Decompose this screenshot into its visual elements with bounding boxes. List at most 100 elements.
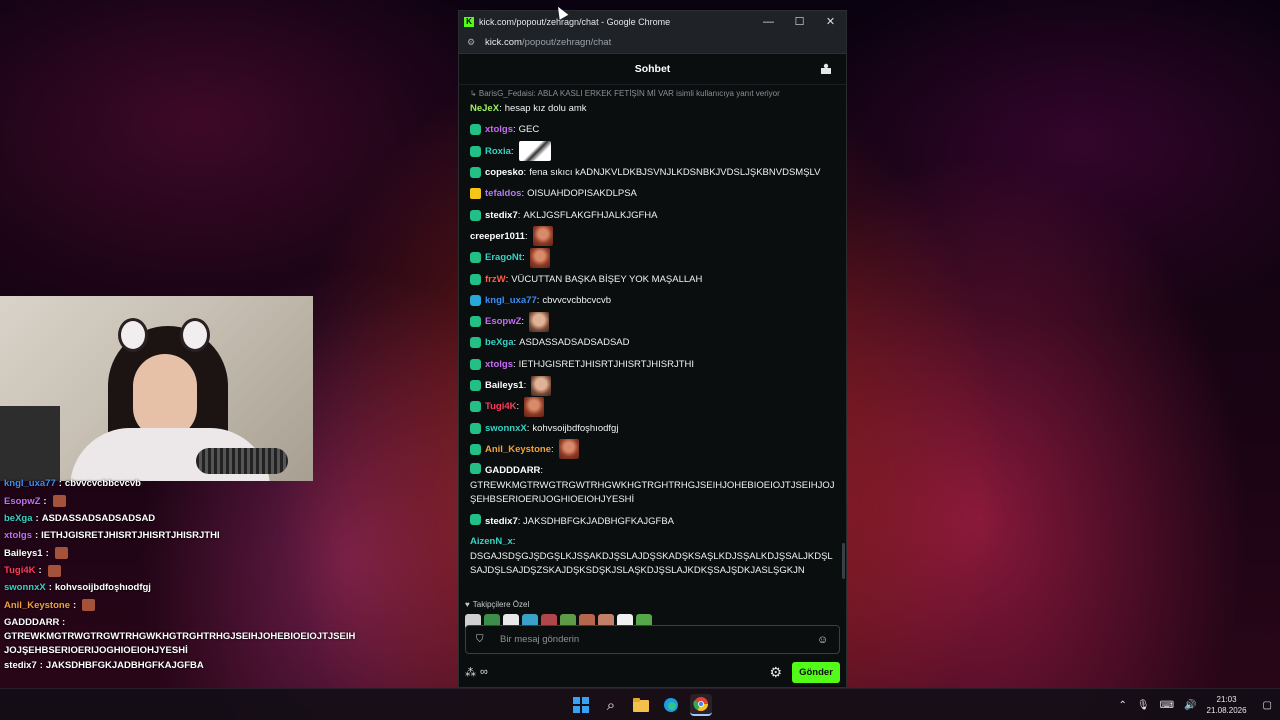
minimize-button[interactable]: — [753,11,784,32]
chat-username[interactable]: xtolgs [485,358,513,371]
chat-message-text: AKLJGSFLAKGFHJALKJGFHA [523,209,658,221]
chat-message[interactable]: copesko: fena sıkıcı kADNJKVLDKBJSVNJLKD… [470,162,835,183]
chat-username[interactable]: GADDDARR [485,465,540,476]
chat-message[interactable]: swonnxX: kohvsoijbdfoşhıodfgj [470,417,835,438]
chat-message[interactable]: frzW: VÜCUTTAN BAŞKA BİŞEY YOK MAŞALLAH [470,268,835,289]
emote-image[interactable] [529,247,550,268]
emote-image[interactable] [524,396,545,417]
chat-message[interactable]: Anil_Keystone: [470,439,835,460]
chat-username[interactable]: tefaldos [485,187,521,200]
subscriber-badge-icon [470,463,481,475]
overlay-message-text: JAKSDHBFGKJADBHGFKAJGFBA [45,660,204,671]
file-explorer-icon[interactable] [630,694,652,716]
chat-message[interactable]: stedix7: AKLJGSFLAKGFHJALKJGFHA [470,204,835,225]
chat-message[interactable]: GADDDARR: GTREWKMGTRWGTRGWTRHGWKHGTRGHTR… [470,460,835,511]
chat-username[interactable]: creeper1011 [470,230,525,243]
chat-message[interactable]: EsopwZ: [470,311,835,332]
site-settings-icon[interactable]: ⚙ [467,37,479,48]
overlay-username: GADDDARR [4,617,60,628]
chat-username[interactable]: copesko [485,166,524,179]
emote-image[interactable] [558,439,579,460]
send-button[interactable]: Gönder [792,661,840,683]
chat-username[interactable]: Roxia [485,145,511,158]
username-separator: : [536,294,540,306]
chat-message[interactable]: kngl_uxa77: cbvvcvcbbcvcvb [470,290,835,311]
chat-message[interactable]: xtolgs: IETHJGISRETJHISRTJHISRTJHISRJTHI [470,354,835,375]
chat-username[interactable]: stedix7 [485,516,518,527]
network-icon[interactable]: ⌨ [1160,700,1174,711]
chat-message[interactable]: tefaldos: OISUAHDOPISAKDLPSA [470,183,835,204]
overlay-chat-line: GADDDARR : GTREWKMGTRWGTRGWTRHGWKHGTRGHTR… [4,617,356,656]
followers-only-text: Takipçilere Özel [472,600,530,609]
chat-username[interactable]: beXga [485,336,514,349]
chat-username[interactable]: AizenN_x [470,536,513,547]
address-bar[interactable]: ⚙ kick.com /popout/zehragn/chat [459,32,846,54]
edge-browser-icon[interactable] [660,694,682,716]
title-bar[interactable]: K kick.com/popout/zehragn/chat - Google … [459,11,846,32]
reply-context: ↳ BarisG_Fedaisi: ABLA KASLI ERKEK FETİŞ… [470,89,780,98]
maximize-button[interactable]: ☐ [784,11,815,32]
subscriber-badge-icon [470,294,481,306]
window-title: kick.com/popout/zehragn/chat - Google Ch… [479,16,671,27]
chat-username[interactable]: Baileys1 [485,379,524,392]
chat-message[interactable]: creeper1011: [470,226,835,247]
chat-header: Sohbet [459,54,846,85]
chat-username[interactable]: EsopwZ [485,315,521,328]
chat-username[interactable]: Tugi4K [485,400,517,413]
overlay-username: swonnxX [4,581,46,593]
emote-image[interactable] [518,141,551,162]
chat-username[interactable]: kngl_uxa77 [485,294,537,307]
notifications-icon[interactable]: ▢ [1263,700,1272,711]
volume-icon[interactable]: 🔊 [1184,700,1196,711]
username-separator: : [39,660,43,671]
chat-message[interactable]: Tugi4K: [470,396,835,417]
chevron-up-icon[interactable]: ⌃ [1119,700,1127,711]
emote-image[interactable] [531,375,552,396]
chat-input-box[interactable]: ⛉ ☺ [465,625,840,654]
chat-message[interactable]: EragoNt: [470,247,835,268]
chat-message[interactable]: NeJeX: hesap kız dolu amk [470,98,835,119]
chat-message-list[interactable]: ↳ BarisG_Fedaisi: ABLA KASLI ERKEK FETİŞ… [459,89,846,592]
chat-message-text: hesap kız dolu amk [504,103,587,115]
chat-username[interactable]: swonnxX [485,422,527,435]
chat-message-text: fena sıkıcı kADNJKVLDKBJSVNJLKDSNBKJVDSL… [529,167,821,179]
chat-username[interactable]: EragoNt [485,251,522,264]
microphone-icon[interactable]: 🎙 [1137,700,1150,711]
infinity-icon[interactable]: ∞ [480,666,488,678]
users-icon[interactable] [820,63,832,75]
chat-message-input[interactable] [500,634,817,645]
clock[interactable]: 21:03 21.08.2026 [1207,694,1247,716]
chat-username[interactable]: NeJeX [470,102,499,115]
start-button[interactable] [570,694,592,716]
chat-scrollbar[interactable] [842,543,845,579]
chat-message[interactable]: AizenN_x: DSGAJSDŞGJŞDGŞLKJSŞAKDJŞSLAJDŞ… [470,532,835,582]
chat-username[interactable]: stedix7 [485,209,518,222]
username-separator: : [35,512,39,524]
points-icon[interactable]: ⁂ [465,666,476,679]
chat-username[interactable]: frzW [485,273,506,286]
emote-image[interactable] [532,226,553,247]
emoji-picker-icon[interactable]: ☺ [817,634,829,646]
chat-message-text: JAKSDHBFGKJADBHGFKAJGFBA [523,515,675,527]
emote-image[interactable] [529,311,550,332]
subscriber-badge-icon [470,422,481,434]
chat-message[interactable]: Baileys1: [470,375,835,396]
chat-message-text: GTREWKMGTRWGTRGWTRHGWKHGTRGHTRHGJSEIHJOH… [470,479,835,506]
overlay-chat-line: swonnxX: kohvsoijbdfoşhıodfgj [4,582,151,593]
username-separator: : [512,536,516,548]
chat-username[interactable]: xtolgs [485,123,513,136]
chrome-browser-icon[interactable] [690,694,712,716]
chat-message[interactable]: stedix7: JAKSDHBFGKJADBHGFKAJGFBA [470,511,835,533]
chat-message[interactable]: Roxia: [470,141,835,162]
chat-settings-icon[interactable]: ⚙ [769,664,782,681]
chat-username[interactable]: Anil_Keystone [485,443,551,456]
username-separator: : [512,124,516,136]
url-path: /popout/zehragn/chat [521,37,612,48]
clock-date: 21.08.2026 [1206,706,1247,715]
chrome-popup-window: K kick.com/popout/zehragn/chat - Google … [458,10,847,688]
subscriber-badge-icon [470,273,481,285]
chat-message[interactable]: beXga: ASDASSADSADSADSAD [470,332,835,353]
chat-message[interactable]: xtolgs: GEC [470,119,835,140]
search-icon[interactable]: ⌕ [600,694,622,716]
close-button[interactable]: ✕ [815,11,846,32]
